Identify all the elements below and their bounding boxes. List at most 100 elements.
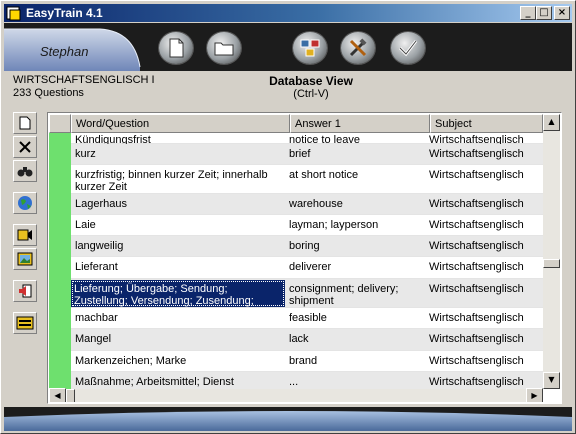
check-button[interactable] bbox=[391, 32, 425, 64]
cell-subject[interactable]: Wirtschaftsenglisch bbox=[425, 133, 543, 144]
cell-question[interactable]: Markenzeichen; Marke bbox=[71, 351, 285, 372]
cell-subject[interactable]: Wirtschaftsenglisch bbox=[425, 329, 543, 351]
grid-rows: Kündigungsfrist notice to leave Wirtschaft… bbox=[71, 133, 543, 389]
checkmark-icon bbox=[398, 40, 418, 57]
column-header-question[interactable]: Word/Question bbox=[71, 114, 290, 133]
find-icon bbox=[17, 167, 33, 177]
cell-question[interactable]: machbar bbox=[71, 308, 285, 329]
question-count: 233 Questions bbox=[13, 87, 84, 99]
table-row[interactable]: Markenzeichen; Marke brand Wirtschaftsengl… bbox=[71, 351, 543, 372]
cell-subject[interactable]: Wirtschaftsenglisch bbox=[425, 351, 543, 372]
users-button[interactable] bbox=[293, 32, 327, 64]
settings-button[interactable] bbox=[341, 32, 375, 64]
table-row[interactable]: machbar feasible Wirtschaftsenglisch bbox=[71, 308, 543, 329]
list-view-button[interactable] bbox=[13, 312, 37, 334]
view-title: Database View bbox=[269, 74, 353, 88]
column-header-answer[interactable]: Answer 1 bbox=[290, 114, 430, 133]
column-header-subject[interactable]: Subject bbox=[430, 114, 543, 133]
title-bar[interactable]: EasyTrain 4.1 _ □ × bbox=[4, 4, 572, 22]
table-row[interactable]: Mangel lack Wirtschaftsenglisch bbox=[71, 329, 543, 351]
new-entry-button[interactable] bbox=[13, 112, 37, 134]
scroll-right-icon[interactable]: ▶ bbox=[526, 388, 543, 402]
app-window: EasyTrain 4.1 _ □ × Stephan WIRTSCHAFTSE… bbox=[0, 0, 576, 434]
cell-question[interactable]: kurz bbox=[71, 144, 285, 165]
sound-button[interactable] bbox=[13, 224, 37, 246]
cell-question[interactable]: Lieferant bbox=[71, 257, 285, 279]
group-icon bbox=[300, 39, 320, 57]
cell-question[interactable]: Kündigungsfrist bbox=[71, 133, 285, 144]
table-row[interactable]: kurz brief Wirtschaftsenglisch bbox=[71, 144, 543, 165]
cell-subject[interactable]: Wirtschaftsenglisch bbox=[425, 372, 543, 389]
cell-question[interactable]: Laie bbox=[71, 215, 285, 236]
table-row[interactable]: Lagerhaus warehouse Wirtschaftsenglisch bbox=[71, 194, 543, 215]
cell-answer[interactable]: consignment; delivery; shipment bbox=[285, 279, 425, 308]
table-row[interactable]: langweilig boring Wirtschaftsenglisch bbox=[71, 236, 543, 257]
cell-subject[interactable]: Wirtschaftsenglisch bbox=[425, 194, 543, 215]
cell-answer[interactable]: feasible bbox=[285, 308, 425, 329]
cell-question[interactable]: Lieferung; Übergabe; Sendung; Zustellung… bbox=[71, 280, 285, 307]
new-file-button[interactable] bbox=[159, 32, 193, 64]
cell-question[interactable]: Maßnahme; Arbeitsmittel; Dienst bbox=[71, 372, 285, 389]
cell-subject[interactable]: Wirtschaftsenglisch bbox=[425, 144, 543, 165]
minimize-button[interactable]: _ bbox=[520, 6, 536, 20]
new-document-icon bbox=[169, 38, 184, 58]
cell-answer[interactable]: brand bbox=[285, 351, 425, 372]
cell-answer[interactable]: notice to leave bbox=[285, 133, 425, 144]
list-icon bbox=[16, 316, 34, 330]
vertical-scrollbar[interactable]: ▲ ▼ bbox=[543, 114, 560, 389]
new-icon bbox=[19, 116, 31, 130]
cell-answer[interactable]: brief bbox=[285, 144, 425, 165]
cell-answer[interactable]: layman; layperson bbox=[285, 215, 425, 236]
course-info: WIRTSCHAFTSENGLISCH I 233 Questions bbox=[13, 74, 155, 100]
speak-button[interactable] bbox=[13, 280, 37, 302]
table-row[interactable]: Maßnahme; Arbeitsmittel; Dienst... Wirtsc… bbox=[71, 372, 543, 389]
horizontal-scroll-thumb[interactable] bbox=[66, 389, 75, 402]
cell-answer[interactable]: at short notice bbox=[285, 165, 425, 194]
footer-swoosh bbox=[4, 407, 572, 431]
cell-answer[interactable]: lack bbox=[285, 329, 425, 351]
app-icon bbox=[6, 6, 21, 21]
table-row[interactable]: Kündigungsfrist notice to leave Wirtschaft… bbox=[71, 133, 543, 144]
cell-answer[interactable]: boring bbox=[285, 236, 425, 257]
vertical-scroll-thumb[interactable] bbox=[543, 259, 560, 268]
cell-subject[interactable]: Wirtschaftsenglisch bbox=[425, 308, 543, 329]
cell-subject[interactable]: Wirtschaftsenglisch bbox=[425, 257, 543, 279]
table-row[interactable]: Lieferung; Übergabe; Sendung; Zustellung… bbox=[71, 279, 543, 308]
header-swoosh bbox=[4, 28, 141, 71]
open-folder-icon bbox=[214, 42, 234, 56]
delete-entry-button[interactable] bbox=[13, 136, 37, 158]
cell-question[interactable]: kurzfristig; binnen kurzer Zeit; innerha… bbox=[71, 165, 285, 194]
cell-subject[interactable]: Wirtschaftsenglisch bbox=[425, 215, 543, 236]
cell-answer[interactable]: warehouse bbox=[285, 194, 425, 215]
cell-answer[interactable]: deliverer bbox=[285, 257, 425, 279]
scroll-down-icon[interactable]: ▼ bbox=[543, 372, 560, 389]
user-name: Stephan bbox=[40, 44, 89, 59]
table-row[interactable]: kurzfristig; binnen kurzer Zeit; innerha… bbox=[71, 165, 543, 194]
cell-subject[interactable]: Wirtschaftsenglisch bbox=[425, 279, 543, 308]
cell-subject[interactable]: Wirtschaftsenglisch bbox=[425, 165, 543, 194]
close-button[interactable]: × bbox=[554, 6, 570, 20]
window-title: EasyTrain 4.1 bbox=[26, 6, 103, 20]
globe-icon bbox=[18, 196, 32, 210]
horizontal-scrollbar[interactable]: ◀ ▶ bbox=[49, 388, 543, 402]
open-file-button[interactable] bbox=[207, 32, 241, 64]
scroll-up-icon[interactable]: ▲ bbox=[543, 114, 560, 131]
row-indicator-bar bbox=[49, 114, 71, 389]
scroll-left-icon[interactable]: ◀ bbox=[49, 388, 66, 402]
cell-question[interactable]: langweilig bbox=[71, 236, 285, 257]
header-banner: Stephan bbox=[4, 23, 572, 71]
cell-question[interactable]: Mangel bbox=[71, 329, 285, 351]
maximize-button[interactable]: □ bbox=[536, 6, 552, 20]
cell-answer[interactable]: ... bbox=[285, 372, 425, 389]
search-button[interactable] bbox=[13, 160, 37, 182]
header-corner bbox=[49, 114, 71, 133]
table-row[interactable]: Laie layman; layperson Wirtschaftsenglisch bbox=[71, 215, 543, 236]
cell-subject[interactable]: Wirtschaftsenglisch bbox=[425, 236, 543, 257]
table-row[interactable]: Lieferant deliverer Wirtschaftsenglisch bbox=[71, 257, 543, 279]
audio-icon bbox=[17, 229, 32, 241]
speaker-icon bbox=[19, 284, 32, 298]
database-grid[interactable]: Word/Question Answer 1 Subject Kündigung… bbox=[47, 112, 562, 404]
web-button[interactable] bbox=[13, 192, 37, 214]
picture-button[interactable] bbox=[13, 248, 37, 270]
cell-question[interactable]: Lagerhaus bbox=[71, 194, 285, 215]
